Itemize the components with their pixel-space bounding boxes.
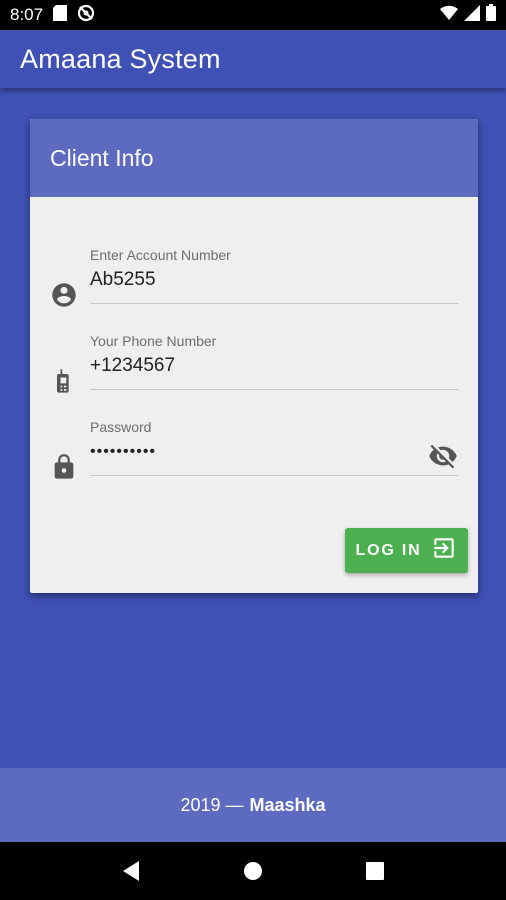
account-number-label: Enter Account Number <box>90 247 231 263</box>
visibility-off-icon[interactable] <box>428 441 458 471</box>
password-underline <box>90 475 458 476</box>
wifi-icon <box>440 5 458 25</box>
login-button[interactable]: LOG IN <box>345 528 468 573</box>
lock-icon <box>50 453 78 481</box>
app-bar: Amaana System <box>0 30 506 88</box>
account-number-underline <box>90 303 458 304</box>
no-sync-icon <box>77 4 95 27</box>
password-label: Password <box>90 419 152 435</box>
card-header: Client Info <box>30 119 478 197</box>
sd-card-icon <box>53 4 68 26</box>
phone-number-input[interactable]: +1234567 <box>90 355 410 377</box>
client-info-card: Client Info Enter Account Number Ab5255 … <box>30 119 478 593</box>
footer: 2019 — Maashka <box>0 768 506 842</box>
card-title: Client Info <box>50 144 154 171</box>
recents-icon[interactable] <box>355 851 395 891</box>
phone-number-underline <box>90 389 458 390</box>
cellphone-icon <box>50 367 78 395</box>
footer-year: 2019 — <box>180 794 244 815</box>
phone-number-label: Your Phone Number <box>90 333 217 349</box>
signal-icon <box>464 4 480 26</box>
login-icon <box>431 535 457 566</box>
account-number-input[interactable]: Ab5255 <box>90 269 410 291</box>
status-time: 8:07 <box>10 5 44 24</box>
app-title: Amaana System <box>20 43 221 74</box>
password-input[interactable]: •••••••••• <box>90 443 410 461</box>
password-field: Password •••••••••• <box>30 419 478 499</box>
battery-icon <box>486 4 496 26</box>
phone-number-field: Your Phone Number +1234567 <box>30 333 478 413</box>
login-button-label: LOG IN <box>355 541 422 559</box>
status-bar: 8:07 <box>0 0 506 30</box>
back-icon[interactable] <box>111 851 151 891</box>
home-icon[interactable] <box>233 851 273 891</box>
account-number-field: Enter Account Number Ab5255 <box>30 247 478 327</box>
footer-brand: Maashka <box>249 794 326 815</box>
navigation-bar <box>0 842 506 900</box>
account-circle-icon <box>50 281 78 309</box>
